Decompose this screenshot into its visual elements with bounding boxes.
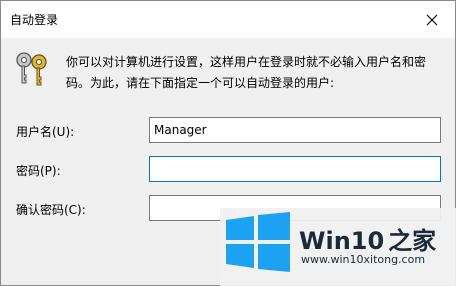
confirm-password-label: 确认密码(C): bbox=[16, 203, 86, 217]
watermark-brand-prefix: Win10 bbox=[299, 227, 385, 255]
dialog-description: 你可以对计算机进行设置，这样用户在登录时就不必输入用户名和密码。为此，请在下面指… bbox=[66, 55, 427, 90]
password-label: 密码(P): bbox=[16, 164, 61, 178]
username-input[interactable] bbox=[149, 117, 441, 143]
watermark-brand: Win10 之家 bbox=[299, 221, 436, 256]
keys-icon bbox=[16, 52, 47, 86]
close-button[interactable] bbox=[409, 1, 455, 38]
password-input[interactable] bbox=[149, 156, 441, 182]
username-label: 用户名(U): bbox=[16, 125, 75, 139]
windows-logo-icon bbox=[226, 212, 290, 272]
window-title: 自动登录 bbox=[10, 13, 59, 27]
watermark-url: www.win10xitong.com bbox=[301, 253, 426, 266]
watermark-brand-suffix: 之家 bbox=[388, 227, 437, 255]
close-icon bbox=[426, 14, 438, 25]
title-bar: 自动登录 bbox=[1, 1, 455, 38]
